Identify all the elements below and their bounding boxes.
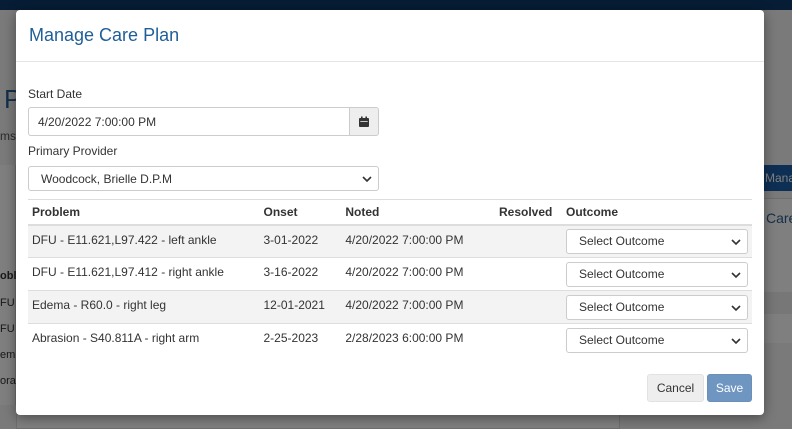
chevron-down-icon — [731, 338, 741, 344]
cell-problem: Abrasion - S40.811A - right arm — [28, 323, 260, 357]
outcome-select[interactable]: Select Outcome — [566, 294, 748, 320]
cell-noted: 4/20/2022 7:00:00 PM — [341, 257, 495, 291]
problems-table: Problem Onset Noted Resolved Outcome DFU… — [28, 199, 752, 357]
outcome-select-value: Select Outcome — [579, 267, 665, 281]
cell-outcome: Select Outcome — [562, 323, 752, 357]
outcome-select-value: Select Outcome — [579, 300, 665, 314]
col-header-onset: Onset — [259, 199, 342, 226]
primary-provider-label: Primary Provider — [28, 144, 118, 158]
outcome-select-value: Select Outcome — [579, 333, 665, 348]
cell-problem: Edema - R60.0 - right leg — [28, 290, 260, 324]
start-date-group — [28, 107, 379, 136]
outcome-select[interactable]: Select Outcome — [566, 261, 748, 287]
calendar-icon — [359, 116, 369, 127]
start-date-input[interactable] — [28, 107, 349, 136]
cell-onset: 3-16-2022 — [259, 257, 342, 291]
table-row: Edema - R60.0 - right leg 12-01-2021 4/2… — [28, 290, 752, 324]
table-header-row: Problem Onset Noted Resolved Outcome — [28, 199, 752, 226]
table-row: DFU - E11.621,L97.412 - right ankle 3-16… — [28, 257, 752, 291]
cell-outcome: Select Outcome — [562, 257, 752, 291]
cell-noted: 4/20/2022 7:00:00 PM — [341, 290, 495, 324]
manage-care-plan-modal: Manage Care Plan Start Date Primary Prov… — [16, 10, 764, 415]
outcome-select-value: Select Outcome — [579, 234, 665, 249]
modal-title: Manage Care Plan — [29, 25, 180, 45]
cell-onset: 12-01-2021 — [259, 290, 342, 324]
outcome-select[interactable]: Select Outcome — [566, 327, 748, 353]
chevron-down-icon — [731, 239, 741, 245]
table-row: DFU - E11.621,L97.422 - left ankle 3-01-… — [28, 224, 752, 258]
outcome-select[interactable]: Select Outcome — [566, 228, 748, 254]
cell-problem: DFU - E11.621,L97.422 - left ankle — [28, 224, 260, 258]
cancel-button[interactable]: Cancel — [647, 374, 704, 402]
cell-noted: 2/28/2023 6:00:00 PM — [341, 323, 495, 357]
col-header-outcome: Outcome — [562, 199, 752, 226]
cell-outcome: Select Outcome — [562, 290, 752, 324]
save-button[interactable]: Save — [707, 374, 752, 402]
chevron-down-icon — [731, 304, 741, 311]
col-header-resolved: Resolved — [495, 199, 562, 226]
chevron-down-icon — [731, 271, 741, 278]
calendar-button[interactable] — [349, 107, 379, 136]
primary-provider-select[interactable]: Woodcock, Brielle D.P.M — [28, 166, 379, 191]
cell-problem: DFU - E11.621,L97.412 - right ankle — [28, 257, 260, 291]
modal-header: Manage Care Plan — [16, 10, 764, 62]
primary-provider-value: Woodcock, Brielle D.P.M — [41, 171, 172, 186]
cell-onset: 3-01-2022 — [259, 224, 342, 258]
col-header-noted: Noted — [341, 199, 495, 226]
cell-resolved — [495, 224, 562, 258]
cell-onset: 2-25-2023 — [259, 323, 342, 357]
start-date-label: Start Date — [28, 87, 83, 101]
col-header-problem: Problem — [28, 199, 260, 226]
table-row: Abrasion - S40.811A - right arm 2-25-202… — [28, 323, 752, 357]
cell-resolved — [495, 290, 562, 324]
chevron-down-icon — [362, 176, 372, 183]
cell-resolved — [495, 323, 562, 357]
cell-noted: 4/20/2022 7:00:00 PM — [341, 224, 495, 258]
cell-resolved — [495, 257, 562, 291]
cell-outcome: Select Outcome — [562, 224, 752, 258]
